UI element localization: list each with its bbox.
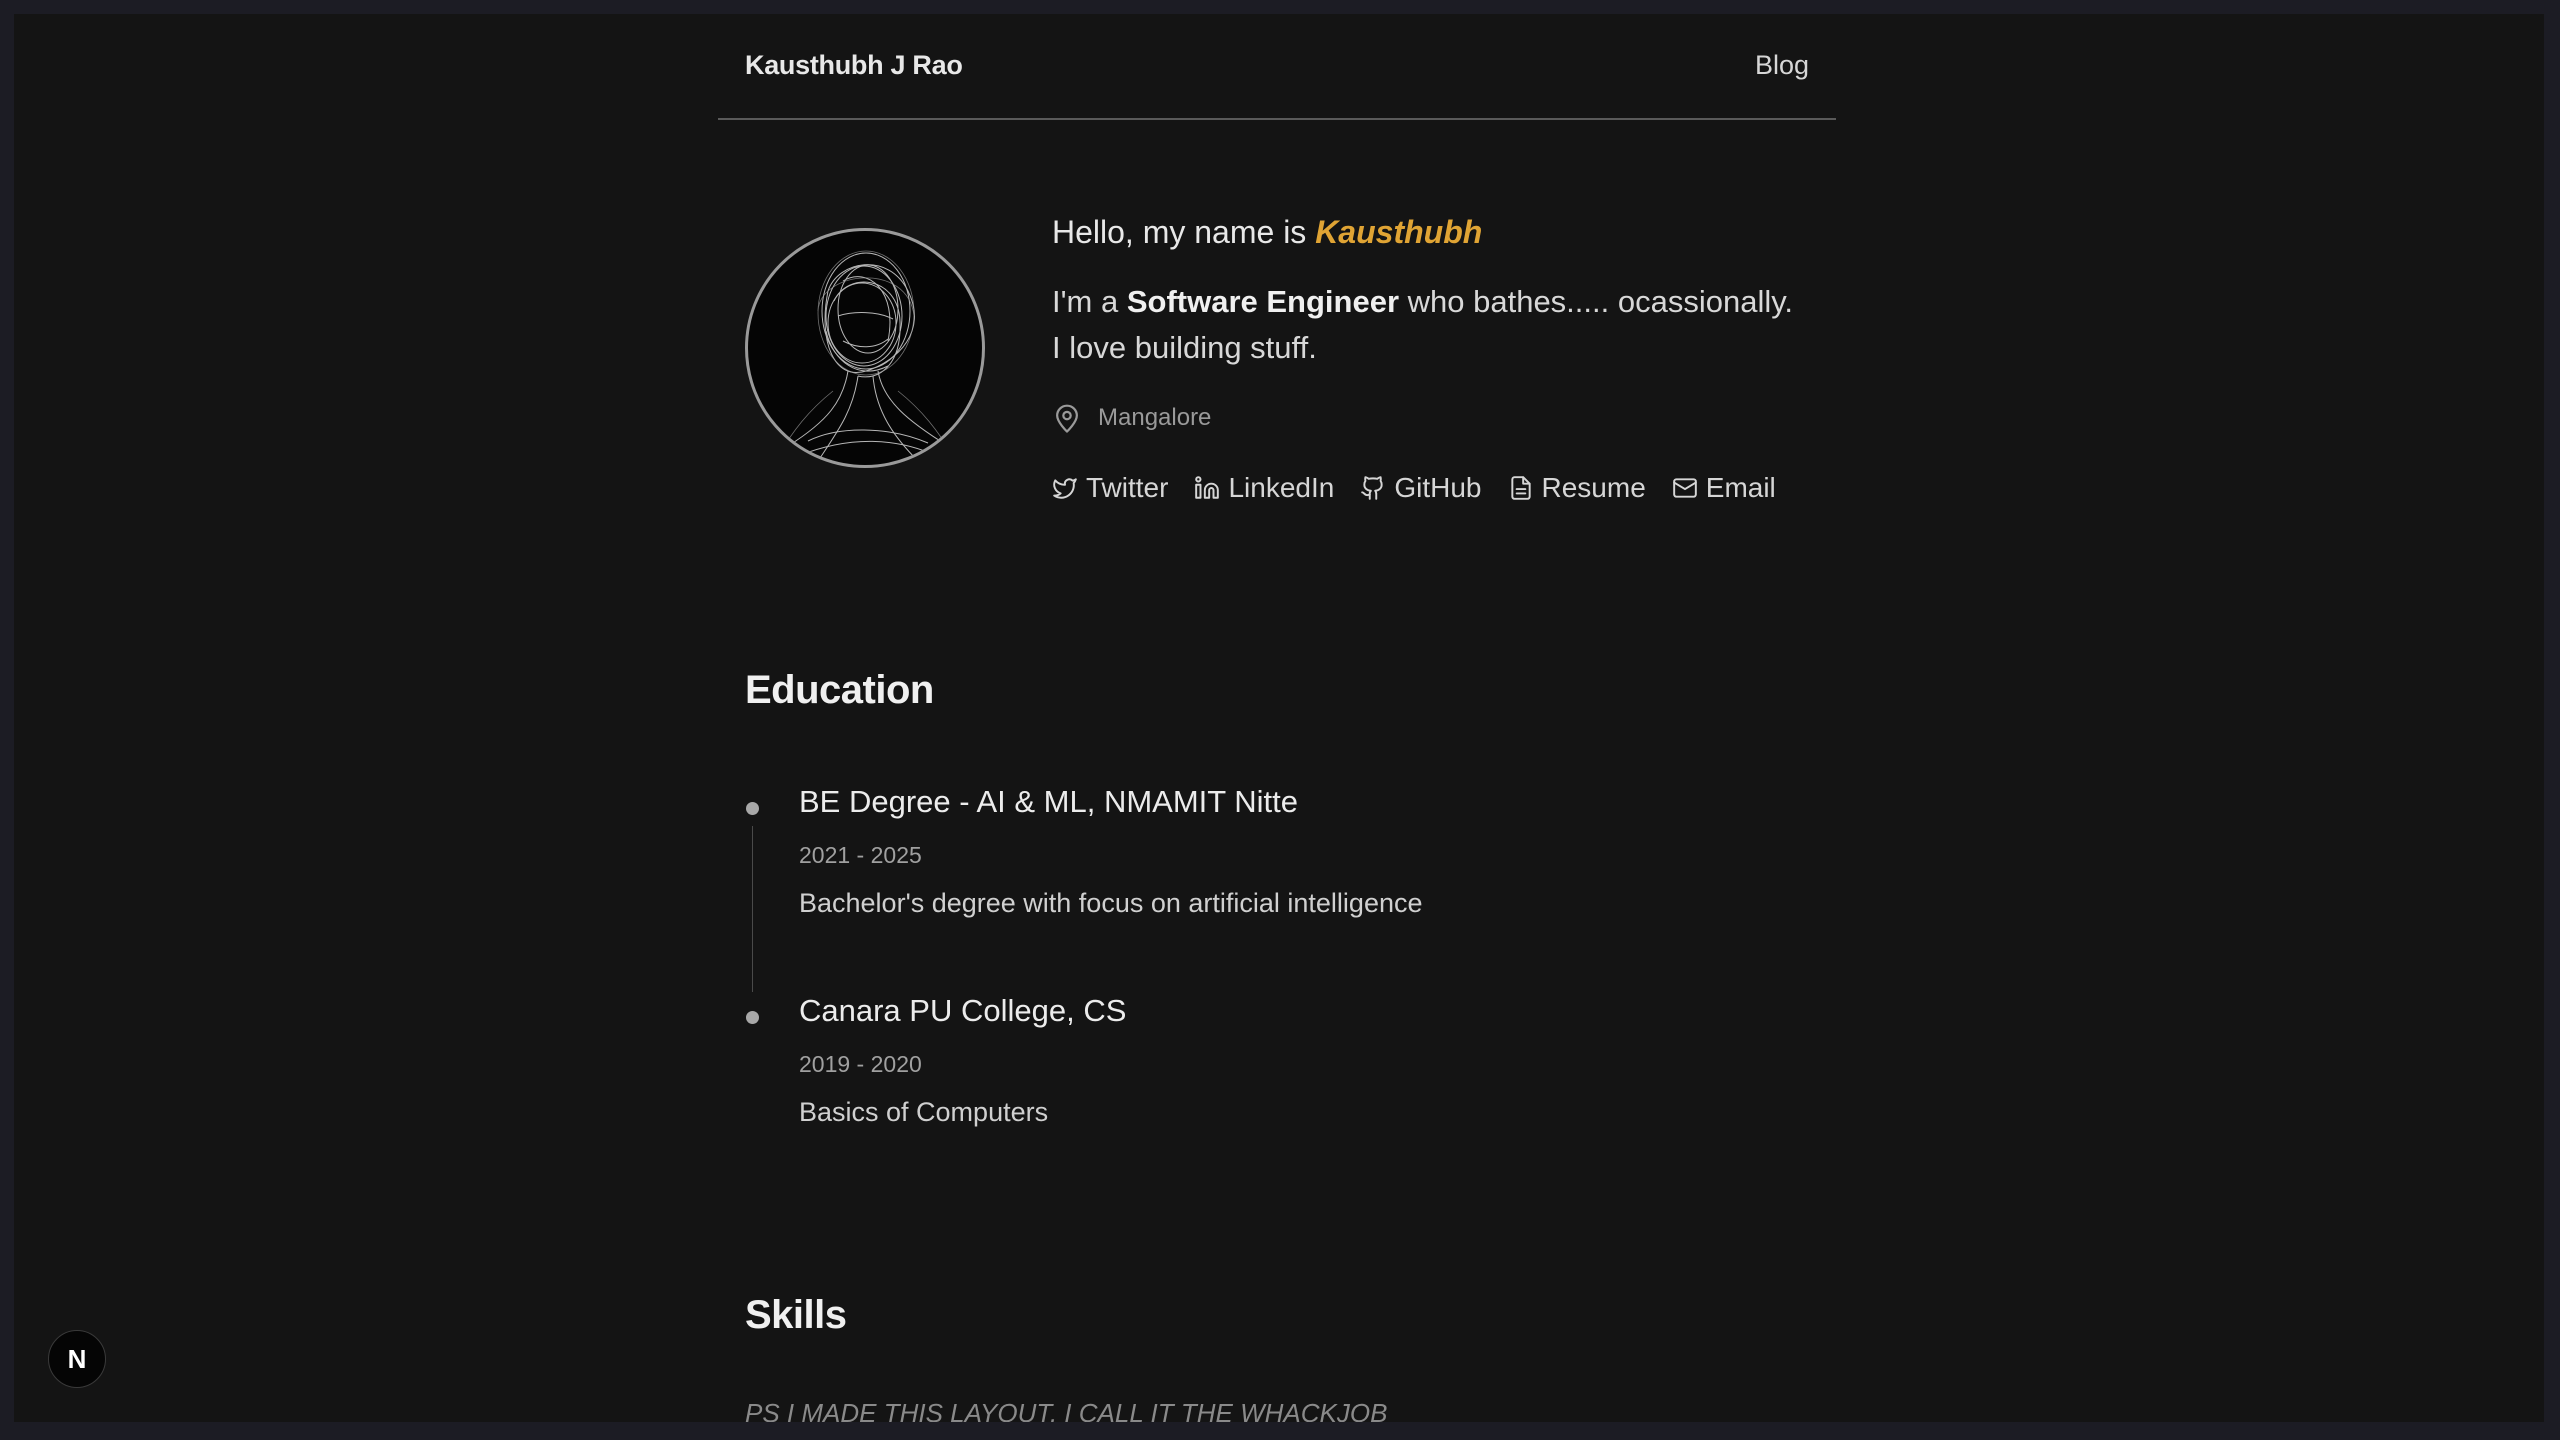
github-icon bbox=[1361, 476, 1383, 500]
tagline-line2: I love building stuff. bbox=[1052, 330, 1317, 365]
profile-avatar bbox=[745, 228, 985, 468]
email-label: Email bbox=[1705, 472, 1776, 503]
mail-icon bbox=[1672, 478, 1697, 498]
resume-link[interactable]: Resume bbox=[1508, 472, 1646, 504]
email-link[interactable]: Email bbox=[1672, 472, 1776, 504]
social-links: Twitter LinkedIn GitHub Resume Email bbox=[1052, 472, 1802, 504]
education-item-years: 2021 - 2025 bbox=[799, 842, 922, 868]
education-heading: Education bbox=[745, 668, 934, 712]
timeline-connector bbox=[752, 826, 753, 992]
location: Mangalore bbox=[1052, 402, 1211, 434]
timeline-dot bbox=[746, 802, 759, 815]
twitter-icon bbox=[1053, 478, 1077, 499]
skills-heading: Skills bbox=[745, 1293, 847, 1337]
top-nav: Kausthubh J Rao Blog bbox=[718, 14, 1836, 120]
education-item-years: 2019 - 2020 bbox=[799, 1051, 922, 1077]
greeting-name: Kausthubh bbox=[1315, 214, 1483, 250]
page-container: Kausthubh J Rao Blog Hello, my name is K… bbox=[718, 14, 1836, 1422]
education-item-description: Basics of Computers bbox=[799, 1097, 1049, 1127]
nextjs-dev-badge[interactable]: N bbox=[48, 1330, 106, 1388]
location-text: Mangalore bbox=[1098, 404, 1212, 431]
education-item-title: BE Degree - AI & ML, NMAMIT Nitte bbox=[799, 784, 1299, 819]
linkedin-label: LinkedIn bbox=[1228, 472, 1335, 503]
tagline-role: Software Engineer bbox=[1126, 284, 1400, 319]
site-brand[interactable]: Kausthubh J Rao bbox=[745, 50, 963, 81]
linkedin-icon bbox=[1195, 476, 1220, 499]
twitter-link[interactable]: Twitter bbox=[1052, 472, 1168, 504]
linkedin-link[interactable]: LinkedIn bbox=[1194, 472, 1334, 504]
greeting-prefix: Hello, my name is bbox=[1052, 214, 1316, 250]
browser-viewport: Kausthubh J Rao Blog Hello, my name is K… bbox=[14, 14, 2544, 1422]
github-label: GitHub bbox=[1394, 472, 1482, 503]
greeting: Hello, my name is Kausthubh bbox=[1052, 214, 1482, 251]
timeline-dot bbox=[746, 1011, 759, 1024]
resume-label: Resume bbox=[1541, 472, 1646, 503]
tagline-prefix: I'm a bbox=[1052, 284, 1127, 319]
file-icon bbox=[1510, 476, 1531, 500]
blog-link[interactable]: Blog bbox=[1755, 50, 1809, 81]
education-item-title: Canara PU College, CS bbox=[799, 993, 1127, 1028]
education-item-description: Bachelor's degree with focus on artifici… bbox=[799, 888, 1423, 918]
github-link[interactable]: GitHub bbox=[1360, 472, 1482, 504]
tagline-suffix: who bathes..... ocassionally. bbox=[1399, 284, 1794, 319]
twitter-label: Twitter bbox=[1086, 472, 1169, 503]
tagline: I'm a Software Engineer who bathes..... … bbox=[1052, 279, 1832, 371]
footer-note: PS I MADE THIS LAYOUT, I CALL IT THE WHA… bbox=[745, 1398, 1388, 1422]
map-pin-icon bbox=[1056, 404, 1078, 433]
